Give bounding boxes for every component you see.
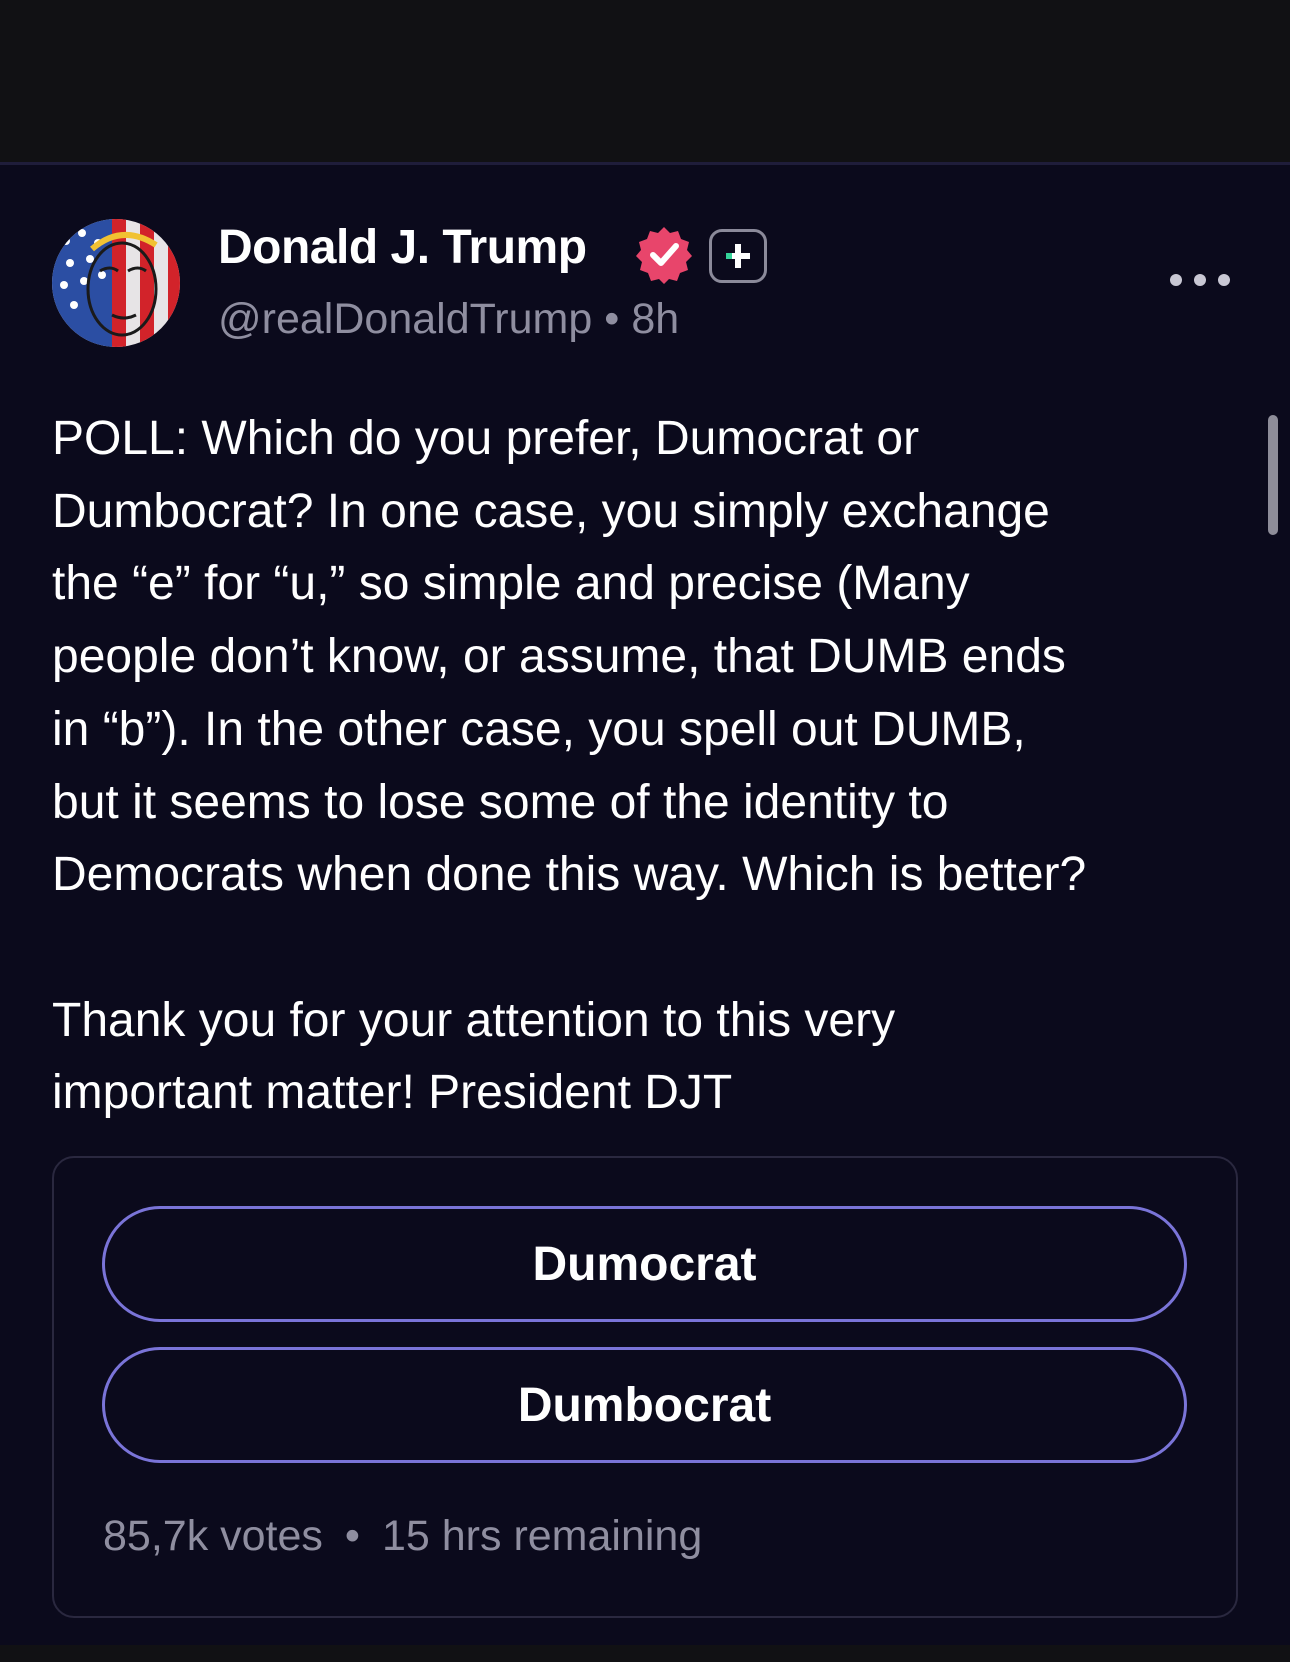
more-dot [1218,274,1230,286]
poll-meta: 85,7k votes • 15 hrs remaining [103,1512,702,1561]
meta-separator: • [604,295,620,343]
scrollbar[interactable] [1268,415,1278,535]
poll-option-dumbocrat[interactable]: Dumbocrat [102,1347,1187,1463]
post-body: POLL: Which do you prefer, Dumocrat or D… [52,412,1087,1120]
verified-badge-icon [636,227,692,284]
poll-vote-count: 85,7k votes [103,1512,323,1560]
author-avatar[interactable] [52,219,180,347]
poll-meta-separator: • [344,1512,360,1560]
plus-glyph-icon [726,244,750,268]
plus-subscription-icon[interactable] [709,229,767,283]
author-meta: @realDonaldTrump • 8h [218,295,679,344]
more-dot [1194,274,1206,286]
more-dot [1170,274,1182,286]
post-timestamp[interactable]: 8h [631,295,679,343]
author-name[interactable]: Donald J. Trump [218,220,587,275]
more-options-icon[interactable] [1170,268,1230,292]
top-bar [0,0,1290,165]
poll-option-dumocrat[interactable]: Dumocrat [102,1206,1187,1322]
poll-time-remaining: 15 hrs remaining [381,1512,703,1560]
avatar-image [52,219,180,347]
bottom-strip [0,1645,1290,1662]
author-handle[interactable]: @realDonaldTrump [218,295,592,343]
